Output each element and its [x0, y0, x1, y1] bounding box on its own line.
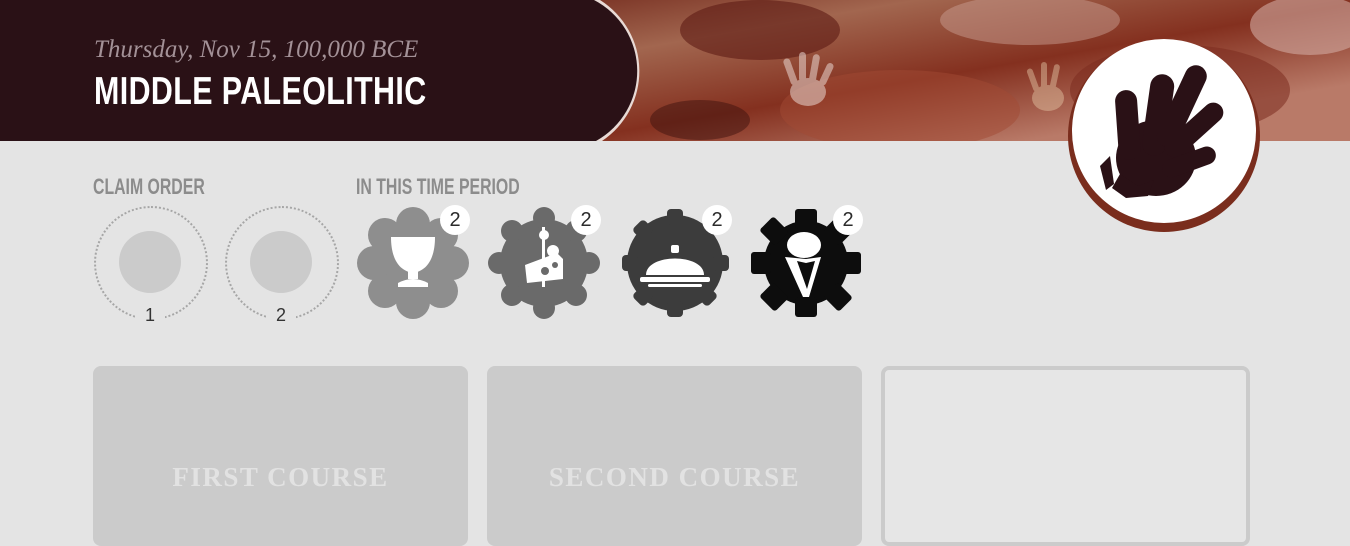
claim-slot-2[interactable]: 2 — [225, 206, 339, 328]
claim-slot-disc — [250, 231, 312, 293]
token-count-badge: 2 — [702, 205, 732, 235]
token-count-badge: 2 — [833, 205, 863, 235]
time-period-label: IN THIS TIME PERIOD — [356, 174, 520, 199]
token-chef[interactable]: 2 — [749, 205, 864, 323]
claim-slot-disc — [119, 231, 181, 293]
course-label: SECOND COURSE — [548, 462, 801, 492]
claim-slot-number: 2 — [266, 304, 296, 326]
claim-order-label: CLAIM ORDER — [93, 174, 205, 199]
token-count-badge: 2 — [571, 205, 601, 235]
course-label: FIRST COURSE — [172, 462, 389, 492]
token-cloche[interactable]: 2 — [618, 205, 733, 323]
token-count-badge: 2 — [440, 205, 470, 235]
first-course-card[interactable]: FIRST COURSE — [93, 366, 468, 546]
claim-slot-number: 1 — [135, 304, 165, 326]
empty-course-card[interactable] — [881, 366, 1250, 546]
claim-slot-1[interactable]: 1 — [94, 206, 208, 328]
page-title: MIDDLE PALEOLITHIC — [94, 70, 427, 113]
token-cheese[interactable]: 2 — [487, 205, 602, 323]
date-line: Thursday, Nov 15, 100,000 BCE — [94, 36, 419, 63]
second-course-card[interactable]: SECOND COURSE — [487, 366, 862, 546]
era-badge — [1068, 39, 1260, 232]
token-goblet[interactable]: 2 — [356, 205, 471, 323]
